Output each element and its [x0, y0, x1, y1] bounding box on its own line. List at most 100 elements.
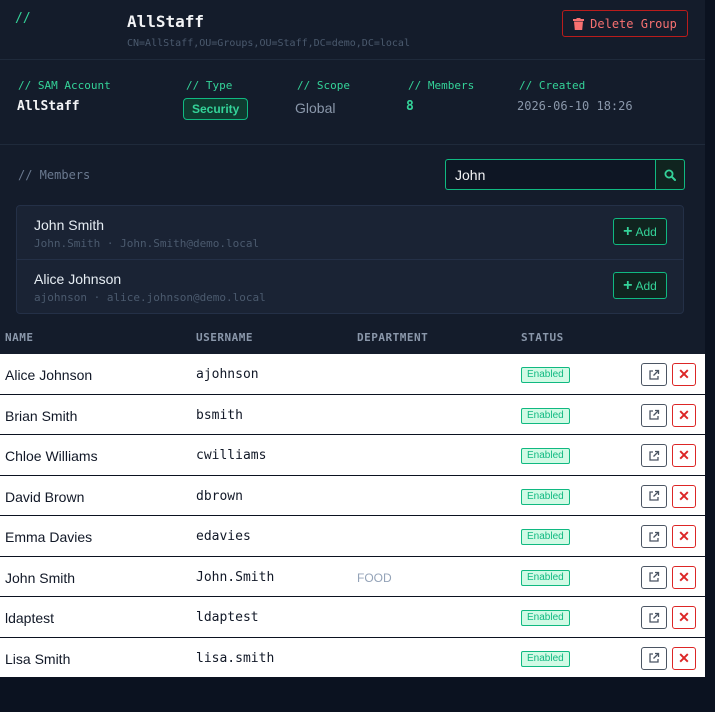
add-member-button[interactable]: + Add — [613, 272, 667, 299]
add-member-button[interactable]: + Add — [613, 218, 667, 245]
member-username: lisa.smith — [196, 650, 275, 666]
external-link-icon — [649, 369, 660, 380]
member-name: David Brown — [5, 488, 85, 505]
search-results: John Smith John.Smith · John.Smith@demo.… — [16, 205, 684, 314]
status-badge: Enabled — [521, 650, 570, 667]
remove-member-button[interactable]: ✕ — [672, 565, 696, 589]
members-table: Alice Johnson ajohnson Enabled ✕ Brian S… — [0, 354, 705, 678]
members-section-label: // Members — [18, 168, 91, 182]
member-name: Brian Smith — [5, 407, 78, 424]
external-link-icon — [649, 571, 660, 582]
member-name: John Smith — [5, 569, 76, 586]
created-value: 2026-06-10 18:26 — [517, 99, 633, 113]
status-badge: Enabled — [521, 367, 570, 383]
member-username: edavies — [196, 529, 251, 544]
column-header-username[interactable]: USERNAME — [196, 331, 253, 344]
sam-account-label: // SAM Account — [18, 79, 111, 92]
table-row: Alice Johnson ajohnson Enabled ✕ — [0, 354, 705, 395]
created-label: // Created — [519, 79, 586, 92]
member-search — [445, 159, 685, 190]
members-count-label: // Members — [408, 79, 475, 92]
external-link-icon — [649, 612, 660, 623]
column-header-name[interactable]: NAME — [5, 331, 34, 344]
status-badge: Enabled — [521, 569, 570, 586]
add-label: Add — [635, 224, 657, 239]
member-username: John.Smith — [196, 569, 275, 585]
table-row: Brian Smith bsmith Enabled ✕ — [0, 395, 705, 435]
header-slash: // — [15, 11, 31, 26]
members-section: // Members John Smith John.Smith · John.… — [0, 145, 705, 320]
scope-value: Global — [295, 100, 336, 116]
close-icon: ✕ — [678, 528, 690, 544]
member-username: cwilliams — [196, 448, 267, 463]
close-icon: ✕ — [678, 447, 690, 463]
external-link-icon — [649, 409, 660, 420]
status-badge: Enabled — [521, 488, 570, 505]
delete-group-label: Delete Group — [590, 16, 677, 31]
open-user-button[interactable] — [641, 565, 667, 589]
member-username: bsmith — [196, 407, 243, 423]
search-button[interactable] — [655, 159, 685, 190]
column-header-department[interactable]: DEPARTMENT — [357, 331, 428, 344]
member-name: Emma Davies — [5, 529, 93, 545]
search-icon — [664, 169, 676, 181]
close-icon: ✕ — [678, 406, 690, 423]
open-user-button[interactable] — [641, 606, 667, 629]
external-link-icon — [649, 490, 660, 501]
open-user-button[interactable] — [641, 484, 667, 508]
external-link-icon — [649, 652, 660, 663]
group-info: // SAM Account AllStaff // Type Security… — [0, 60, 705, 145]
member-department: FOOD — [357, 570, 392, 585]
remove-member-button[interactable]: ✕ — [672, 444, 696, 467]
member-search-input[interactable] — [445, 159, 655, 190]
result-name: John Smith — [34, 217, 105, 233]
add-label: Add — [635, 278, 657, 293]
member-name: Alice Johnson — [5, 367, 93, 383]
open-user-button[interactable] — [641, 444, 667, 467]
trash-icon — [573, 17, 585, 30]
remove-member-button[interactable]: ✕ — [672, 403, 696, 427]
external-link-icon — [649, 531, 660, 542]
table-row: Lisa Smith lisa.smith Enabled ✕ — [0, 638, 705, 678]
member-username: dbrown — [196, 488, 243, 504]
search-result-item: Alice Johnson ajohnson · alice.johnson@d… — [17, 259, 683, 312]
open-user-button[interactable] — [641, 525, 667, 548]
status-badge: Enabled — [521, 448, 570, 464]
members-table-header: NAME USERNAME DEPARTMENT STATUS — [0, 320, 705, 354]
status-badge: Enabled — [521, 610, 570, 626]
member-name: Chloe Williams — [5, 448, 98, 464]
members-count-value: 8 — [406, 99, 414, 114]
table-row: ldaptest ldaptest Enabled ✕ — [0, 597, 705, 638]
type-label: // Type — [186, 79, 233, 92]
open-user-button[interactable] — [641, 363, 667, 386]
delete-group-button[interactable]: Delete Group — [562, 10, 688, 37]
open-user-button[interactable] — [641, 403, 667, 427]
column-header-status[interactable]: STATUS — [521, 331, 564, 344]
member-name: ldaptest — [5, 610, 55, 626]
remove-member-button[interactable]: ✕ — [672, 525, 696, 548]
search-result-item: John Smith John.Smith · John.Smith@demo.… — [17, 206, 683, 259]
close-icon: ✕ — [678, 609, 690, 625]
result-details: John.Smith · John.Smith@demo.local — [34, 237, 260, 250]
group-header: // AllStaff CN=AllStaff,OU=Groups,OU=Sta… — [0, 0, 705, 60]
remove-member-button[interactable]: ✕ — [672, 363, 696, 386]
sam-account-value: AllStaff — [17, 99, 80, 114]
close-icon: ✕ — [678, 649, 690, 666]
plus-icon: + — [623, 222, 633, 240]
plus-icon: + — [623, 276, 633, 294]
status-badge: Enabled — [521, 407, 570, 424]
open-user-button[interactable] — [641, 646, 667, 670]
external-link-icon — [649, 450, 660, 461]
result-name: Alice Johnson — [34, 271, 122, 287]
table-row: Chloe Williams cwilliams Enabled ✕ — [0, 435, 705, 476]
table-row: David Brown dbrown Enabled ✕ — [0, 476, 705, 516]
close-icon: ✕ — [678, 568, 690, 585]
member-username: ajohnson — [196, 367, 259, 382]
remove-member-button[interactable]: ✕ — [672, 646, 696, 670]
remove-member-button[interactable]: ✕ — [672, 606, 696, 629]
remove-member-button[interactable]: ✕ — [672, 484, 696, 508]
page-title: AllStaff — [127, 12, 205, 31]
table-row: John Smith John.Smith FOOD Enabled ✕ — [0, 557, 705, 597]
type-badge: Security — [183, 98, 249, 120]
scope-label: // Scope — [297, 79, 350, 92]
